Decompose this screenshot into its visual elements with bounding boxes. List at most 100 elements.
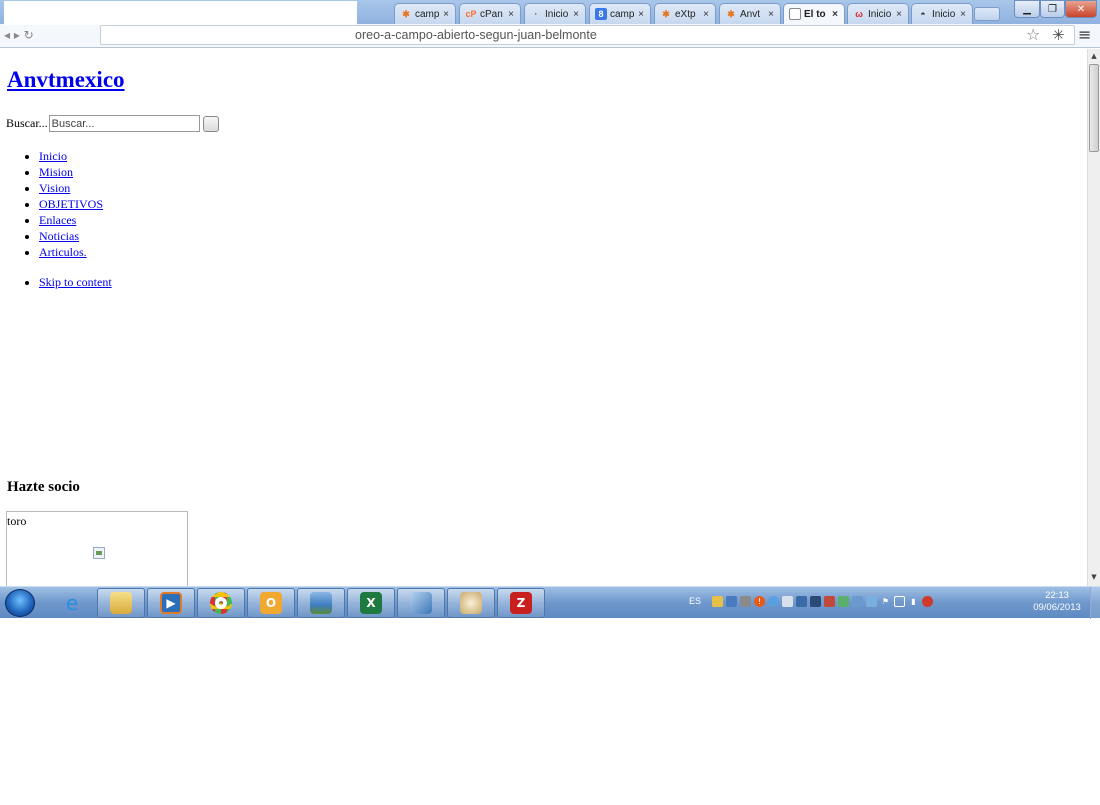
tab-active[interactable]: El to × [783, 3, 845, 24]
settings-tray-icon[interactable] [796, 596, 807, 607]
tab-9[interactable]: ◓ Inicio × [911, 3, 973, 24]
system-tray: ! ⚑ ▮ [712, 596, 933, 607]
menu-link-inicio[interactable]: Inicio [39, 149, 67, 163]
close-icon[interactable]: × [505, 9, 517, 20]
scroll-thumb[interactable] [1089, 64, 1099, 152]
close-icon[interactable]: × [570, 9, 582, 20]
menu-item-vision: Vision [39, 180, 103, 196]
mail-tray-icon[interactable] [712, 596, 723, 607]
network-tray-icon[interactable] [852, 596, 863, 607]
new-tab-button[interactable] [974, 7, 1000, 21]
taskbar-ie[interactable]: e [48, 588, 96, 618]
taskbar-filezilla[interactable]: Z [497, 588, 545, 618]
hazte-socio-heading: Hazte socio [7, 479, 80, 495]
toro-image-box: toro [6, 511, 188, 586]
joomla-icon: ✱ [662, 8, 670, 19]
outlook-icon: O [260, 592, 282, 614]
vertical-scrollbar[interactable]: ▲ ▼ [1087, 49, 1100, 586]
skip-to-content-link[interactable]: Skip to content [39, 275, 112, 289]
media-player-icon: ▶ [160, 592, 182, 614]
tab-5[interactable]: ✱ eXtp × [654, 3, 716, 24]
close-icon[interactable]: × [440, 9, 452, 20]
tab-3[interactable]: · Inicio × [524, 3, 586, 24]
nav-buttons[interactable]: ◂ ▸ ↻ [4, 28, 100, 42]
flag-icon[interactable]: ⚑ [880, 596, 891, 607]
tab-2[interactable]: cP cPan × [459, 3, 521, 24]
close-icon[interactable]: × [765, 9, 777, 20]
menu-icon[interactable]: ≡ [1078, 25, 1091, 44]
taskbar-media[interactable]: ▶ [147, 588, 195, 618]
language-indicator[interactable]: ES [689, 596, 701, 606]
menu-link-articulos[interactable]: Articulos. [39, 245, 87, 259]
browser-toolbar: ◂ ▸ ↻ oreo-a-campo-abierto-segun-juan-be… [0, 24, 1100, 48]
tab-6[interactable]: ✱ Anvt × [719, 3, 781, 24]
update-tray-icon[interactable] [768, 596, 779, 607]
battery-icon[interactable] [894, 596, 905, 607]
tab-label: Inicio [868, 8, 892, 20]
close-icon[interactable]: × [700, 9, 712, 20]
redacted-area [4, 1, 357, 25]
display-tray-icon[interactable] [810, 596, 821, 607]
close-icon[interactable]: × [829, 9, 841, 20]
toro-label: toro [7, 514, 27, 528]
taskbar-chrome[interactable] [197, 588, 245, 618]
address-bar[interactable]: oreo-a-campo-abierto-segun-juan-belmonte [100, 25, 1075, 45]
search-label: Buscar... [6, 116, 48, 130]
show-desktop-button[interactable] [1090, 587, 1100, 619]
volume-tray-icon[interactable] [824, 596, 835, 607]
photo-viewer-icon [310, 592, 332, 614]
app-tray-icon[interactable] [726, 596, 737, 607]
paint-icon [460, 592, 482, 614]
window-tray-icon[interactable] [782, 596, 793, 607]
edit-tray-icon[interactable] [866, 596, 877, 607]
no-network-icon[interactable] [922, 596, 933, 607]
sync-tray-icon[interactable] [838, 596, 849, 607]
page-icon [789, 8, 801, 20]
taskbar-paint[interactable] [447, 588, 495, 618]
skip-item: Skip to content [39, 274, 112, 290]
tab-label: camp [610, 8, 635, 20]
close-window-button[interactable]: ✕ [1065, 0, 1097, 18]
excel-icon: X [360, 592, 382, 614]
maximize-button[interactable]: ❐ [1040, 0, 1065, 18]
menu-link-noticias[interactable]: Noticias [39, 229, 79, 243]
tab-4[interactable]: 8 camp × [589, 3, 651, 24]
tab-strip: ✱ camp × cP cPan × · Inicio × 8 camp × ✱… [0, 0, 1100, 25]
minimize-button[interactable]: ▁ [1014, 0, 1040, 18]
taskbar-excel[interactable]: X [347, 588, 395, 618]
clock-date: 09/06/2013 [1033, 602, 1081, 613]
scroll-down-arrow[interactable]: ▼ [1088, 570, 1100, 584]
menu-item-articulos: Articulos. [39, 244, 103, 260]
menu-item-inicio: Inicio [39, 148, 103, 164]
alert-tray-icon[interactable]: ! [754, 596, 765, 607]
scroll-up-arrow[interactable]: ▲ [1088, 49, 1100, 63]
search-input[interactable] [48, 115, 200, 132]
tab-1[interactable]: ✱ camp × [394, 3, 456, 24]
tool-tray-icon[interactable] [740, 596, 751, 607]
taskbar-notebook[interactable] [397, 588, 445, 618]
folder-icon [110, 592, 132, 614]
taskbar-explorer[interactable] [97, 588, 145, 618]
taskbar-outlook[interactable]: O [247, 588, 295, 618]
close-icon[interactable]: × [957, 9, 969, 20]
broken-image-icon[interactable] [93, 547, 105, 559]
close-icon[interactable]: × [635, 9, 647, 20]
google-icon: 8 [595, 8, 607, 20]
menu-link-mision[interactable]: Mision [39, 165, 73, 179]
menu-item-mision: Mision [39, 164, 103, 180]
clock[interactable]: 22:13 09/06/2013 [1028, 590, 1086, 614]
site-title-link[interactable]: Anvtmexico [7, 67, 125, 92]
start-button[interactable] [5, 589, 35, 617]
extension-icon[interactable]: ✳ [1052, 26, 1065, 44]
page-content: Anvtmexico Buscar... Inicio Mision Visio… [0, 49, 1087, 586]
chrome-icon [210, 592, 232, 614]
menu-link-vision[interactable]: Vision [39, 181, 70, 195]
star-icon[interactable]: ☆ [1026, 25, 1040, 44]
menu-link-enlaces[interactable]: Enlaces [39, 213, 76, 227]
menu-link-objetivos[interactable]: OBJETIVOS [39, 197, 103, 211]
taskbar-photos[interactable] [297, 588, 345, 618]
search-button[interactable] [202, 115, 219, 132]
close-icon[interactable]: × [893, 9, 905, 20]
tab-8[interactable]: ω Inicio × [847, 3, 909, 24]
signal-icon[interactable]: ▮ [908, 596, 919, 607]
